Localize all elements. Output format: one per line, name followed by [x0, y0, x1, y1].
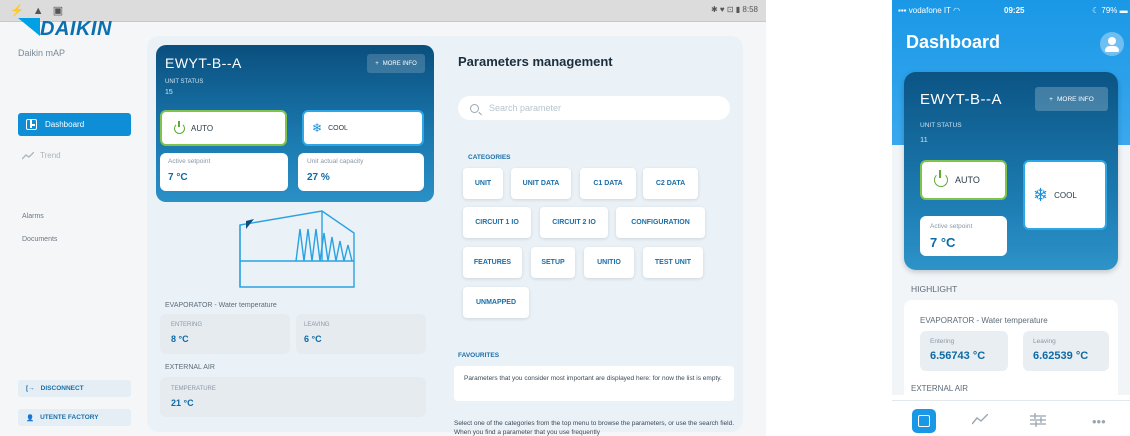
favourites-label: FAVOURITES — [458, 352, 500, 359]
unit-status-value: 15 — [165, 89, 173, 96]
temperature-card — [160, 377, 426, 417]
categories-label: CATEGORIES — [468, 154, 511, 161]
category-unit-data[interactable]: UNIT DATA — [511, 168, 571, 199]
phone-entering-value: 6.56743 °C — [930, 350, 986, 362]
mode-cool-button[interactable]: ❄ COOL — [302, 110, 424, 146]
evaporator-title: EVAPORATOR - Water temperature — [165, 302, 277, 309]
setpoint-value: 7 °C — [168, 172, 188, 183]
category-unit[interactable]: UNIT — [463, 168, 503, 199]
sidebar-item-label: Trend — [40, 151, 61, 160]
sidebar-item-label: Dashboard — [45, 120, 85, 129]
plus-icon: + — [375, 60, 379, 67]
phone-battery: ☾ 79% ▬ — [1092, 6, 1128, 15]
tab-more-icon[interactable]: ••• — [1092, 414, 1106, 429]
category-circuit-1-io[interactable]: CIRCUIT 1 IO — [463, 207, 531, 238]
instructions-text: Select one of the categories from the to… — [454, 420, 735, 436]
category-unmapped[interactable]: UNMAPPED — [463, 287, 529, 318]
chiller-unit-icon — [239, 210, 355, 288]
category-c1-data[interactable]: C1 DATA — [580, 168, 636, 199]
disconnect-button[interactable]: [→ DISCONNECT — [18, 380, 131, 397]
phone-mode-auto-button[interactable]: AUTO — [920, 160, 1007, 200]
moon-icon: ☾ — [1092, 6, 1100, 15]
category-c2-data[interactable]: C2 DATA — [643, 168, 698, 199]
search-icon — [470, 103, 479, 113]
phone-external-air-title: EXTERNAL AIR — [911, 384, 969, 393]
power-icon — [174, 120, 185, 134]
phone-entering-label: Entering — [930, 338, 955, 345]
dashboard-icon — [26, 119, 37, 130]
tab-dashboard-icon[interactable] — [912, 409, 936, 433]
category-configuration[interactable]: CONFIGURATION — [616, 207, 705, 238]
search-bar — [458, 96, 730, 120]
trend-icon — [22, 151, 34, 159]
temperature-value: 21 °C — [171, 398, 194, 408]
sidebar-item-documents[interactable]: Documents — [22, 236, 57, 243]
phone-leaving-label: Leaving — [1033, 338, 1056, 345]
app-name: Daikin mAP — [18, 48, 66, 58]
unit-status-label: UNIT STATUS — [165, 79, 204, 85]
power-icon — [934, 170, 948, 187]
mode-auto-button[interactable]: AUTO — [160, 110, 287, 146]
phone-setpoint-value: 7 °C — [930, 235, 956, 250]
phone-time: 09:25 — [1004, 6, 1025, 15]
snowflake-icon: ❄ — [1033, 185, 1049, 205]
battery-icon: ▬ — [1119, 6, 1128, 15]
sidebar — [0, 22, 150, 436]
favourites-box — [454, 366, 734, 401]
leaving-label: LEAVING — [304, 322, 330, 328]
tab-sliders-icon[interactable] — [1030, 413, 1046, 427]
logout-icon: [→ — [26, 385, 35, 392]
more-info-button[interactable]: + MORE INFO — [367, 54, 425, 73]
highlight-label: HIGHLIGHT — [911, 284, 958, 294]
daikin-logo-icon — [18, 18, 40, 36]
favourites-text: Parameters that you consider most import… — [464, 375, 722, 382]
phone-page-title: Dashboard — [906, 32, 1001, 52]
phone-unit-name: EWYT-B--A — [920, 91, 1002, 108]
phone-carrier: ▪▪▪ vodafone IT ◠ — [898, 6, 961, 15]
phone-evaporator-title: EVAPORATOR - Water temperature — [920, 316, 1048, 325]
wifi-icon: ◠ — [953, 6, 961, 15]
plus-icon: + — [1049, 95, 1053, 103]
snowflake-icon: ❄ — [312, 121, 323, 135]
capacity-value: 27 % — [307, 172, 330, 183]
capacity-label: Unit actual capacity — [307, 158, 364, 165]
signal-icon: ▪▪▪ — [898, 6, 907, 15]
leaving-value: 6 °C — [304, 334, 322, 344]
user-button[interactable]: 👤 UTENTE FACTORY — [18, 409, 131, 426]
user-icon: 👤 — [26, 414, 35, 422]
search-input[interactable] — [489, 103, 709, 113]
phone-setpoint-label: Active setpoint — [930, 223, 973, 230]
phone-more-info-button[interactable]: + MORE INFO — [1035, 87, 1108, 111]
sidebar-item-alarms[interactable]: Alarms — [22, 213, 44, 220]
category-unitio[interactable]: UNITIO — [584, 247, 634, 278]
phone-unit-status-label: UNIT STATUS — [920, 122, 962, 129]
setpoint-label: Active setpoint — [168, 158, 211, 165]
unit-name: EWYT-B--A — [165, 55, 242, 71]
entering-value: 8 °C — [171, 334, 189, 344]
temperature-label: TEMPERATURE — [171, 386, 216, 392]
phone-mode-cool-button[interactable]: ❄ COOL — [1023, 160, 1107, 230]
avatar-icon[interactable] — [1100, 32, 1124, 56]
category-test-unit[interactable]: TEST UNIT — [643, 247, 703, 278]
phone-unit-status-value: 11 — [920, 135, 928, 144]
phone-leaving-value: 6.62539 °C — [1033, 350, 1089, 362]
status-left-icons: ⚡ ▲ ▣ — [10, 5, 67, 17]
tablet-status-bar: ⚡ ▲ ▣ ✱ ♥ ⊡ ▮ 8:58 — [0, 0, 766, 22]
category-setup[interactable]: SETUP — [531, 247, 575, 278]
category-features[interactable]: FEATURES — [463, 247, 522, 278]
tab-trend-icon[interactable] — [972, 414, 988, 426]
parameters-title: Parameters management — [458, 54, 613, 69]
external-air-title: EXTERNAL AIR — [165, 364, 215, 371]
sidebar-item-dashboard[interactable]: Dashboard — [18, 113, 131, 136]
category-circuit-2-io[interactable]: CIRCUIT 2 IO — [540, 207, 608, 238]
brand-logo: DAIKIN — [40, 18, 112, 40]
entering-label: ENTERING — [171, 322, 203, 328]
sidebar-item-trend[interactable]: Trend — [22, 151, 61, 160]
status-right-text: ✱ ♥ ⊡ ▮ 8:58 — [710, 5, 758, 14]
